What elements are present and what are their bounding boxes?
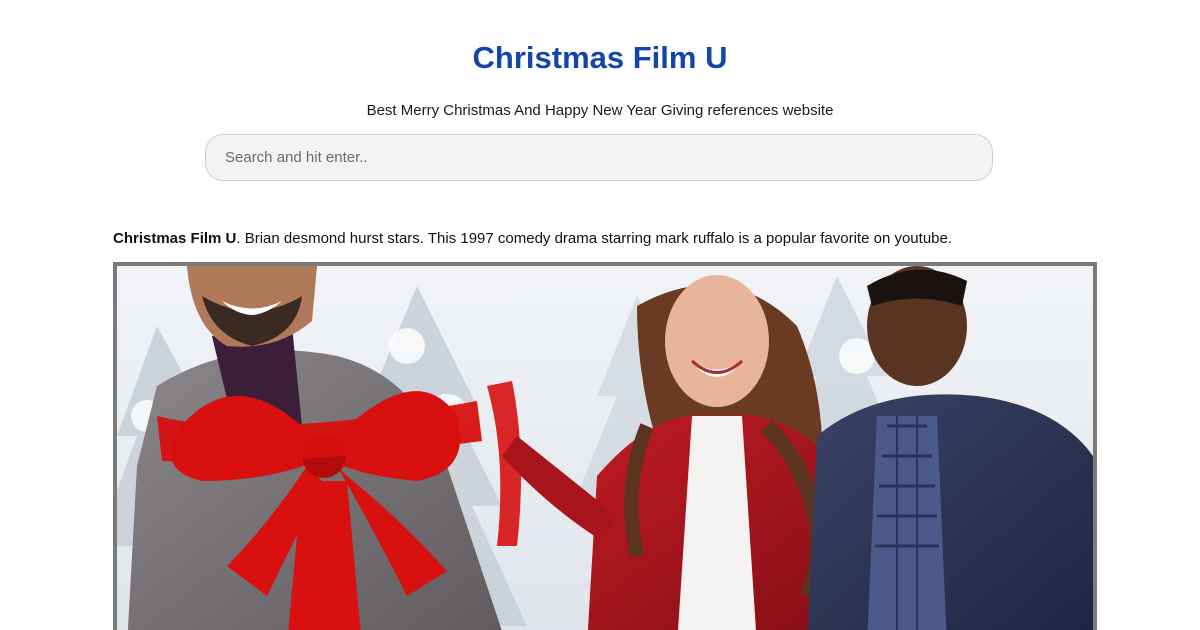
article-intro: Christmas Film U. Brian desmond hurst st…: [113, 229, 1103, 249]
hero-image: [113, 262, 1097, 630]
intro-bold-title: Christmas Film U: [113, 230, 237, 247]
hero-illustration: [117, 266, 1093, 630]
site-tagline: Best Merry Christmas And Happy New Year …: [366, 102, 834, 119]
site-title-link[interactable]: Christmas Film U: [0, 38, 1200, 78]
page: Christmas Film U Best Merry Christmas An…: [0, 0, 1200, 630]
intro-text: . Brian desmond hurst stars. This 1997 c…: [236, 230, 953, 247]
search-input[interactable]: [205, 134, 993, 181]
